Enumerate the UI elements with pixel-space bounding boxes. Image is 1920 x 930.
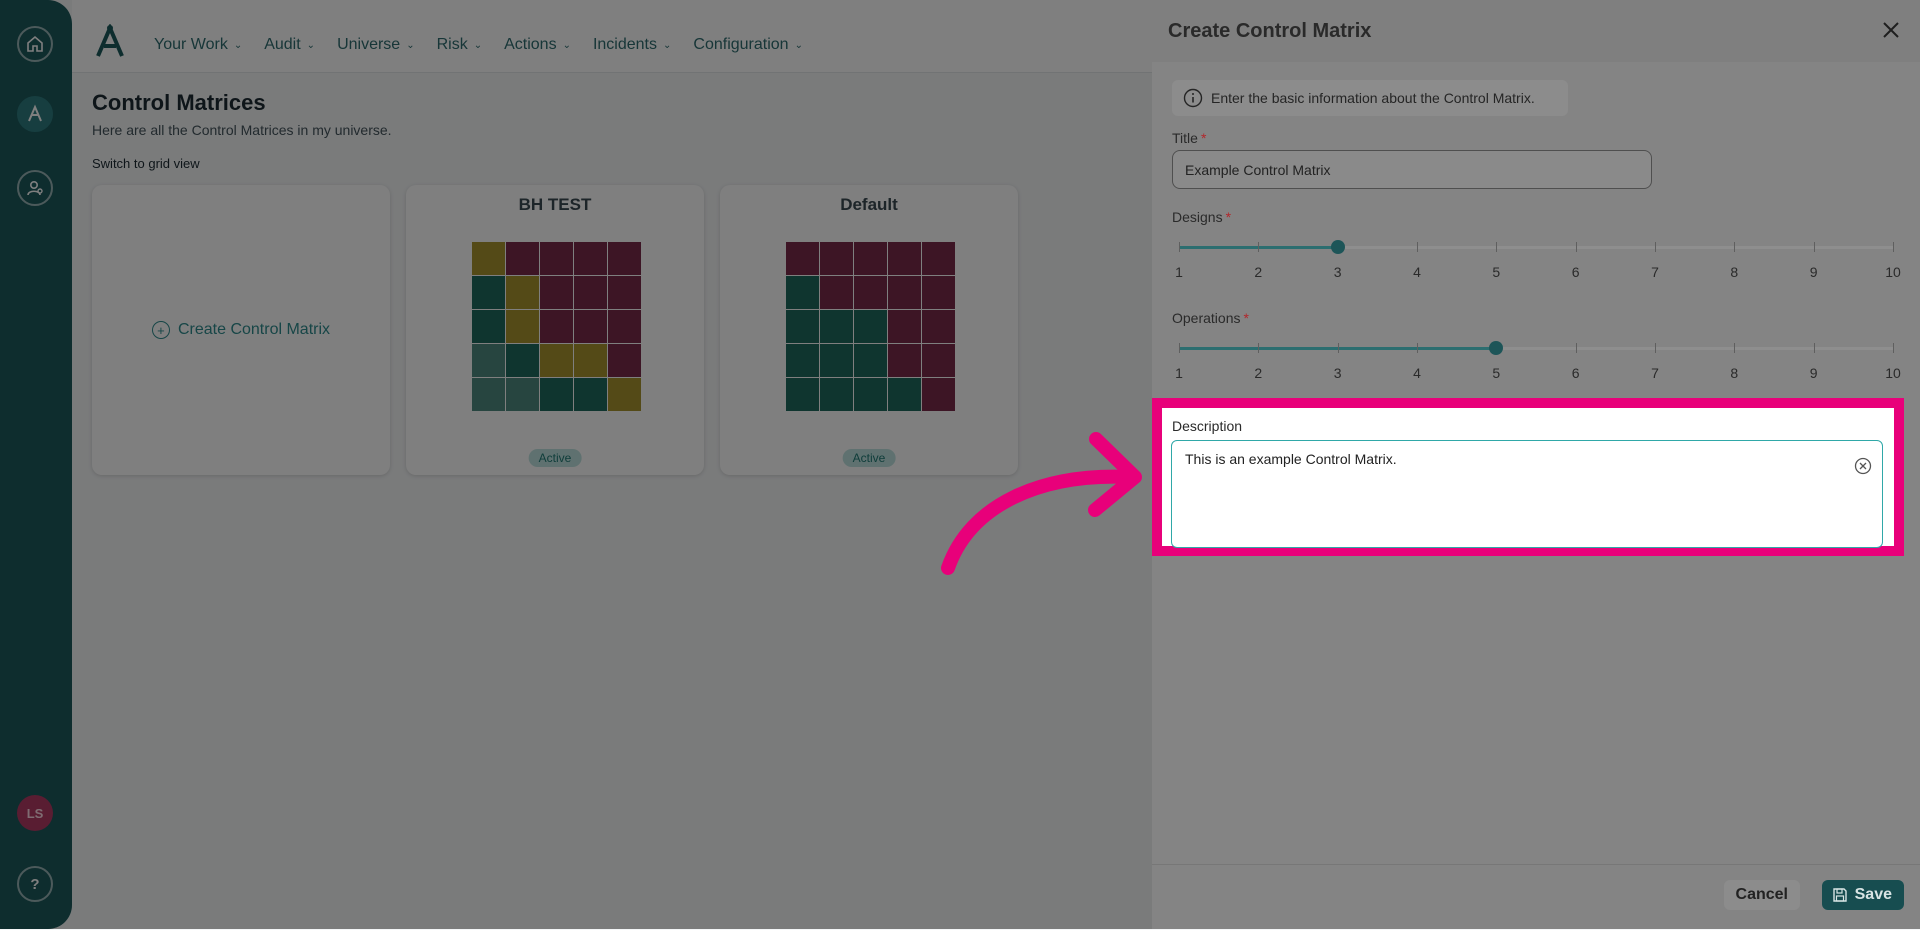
slider-thumb[interactable] xyxy=(1489,341,1504,355)
slider-tick-label: 7 xyxy=(1651,365,1659,381)
required-mark: * xyxy=(1225,209,1232,225)
save-button-label: Save xyxy=(1854,886,1892,903)
close-icon[interactable] xyxy=(1880,19,1902,41)
slider-tick xyxy=(1734,343,1736,353)
slider-tick-label: 6 xyxy=(1571,264,1580,280)
slider-tick xyxy=(1893,343,1894,353)
annotation-arrow xyxy=(941,432,1142,575)
title-label-text: Title xyxy=(1172,130,1198,146)
description-highlight: Description This is an example Control M… xyxy=(1152,398,1904,556)
slider-tick-label: 1 xyxy=(1175,365,1183,381)
cancel-button[interactable]: Cancel xyxy=(1723,880,1800,910)
slider-tick-label: 9 xyxy=(1809,365,1818,381)
title-input[interactable] xyxy=(1172,150,1652,189)
slider-tick-label: 9 xyxy=(1809,264,1818,280)
slider-tick xyxy=(1655,343,1656,353)
slider-tick-label: 4 xyxy=(1413,365,1421,381)
description-textarea[interactable]: This is an example Control Matrix. xyxy=(1171,440,1883,548)
drawer-header: Create Control Matrix xyxy=(1152,0,1920,62)
info-icon xyxy=(1183,88,1203,108)
slider-tick xyxy=(1575,242,1577,252)
slider-tick xyxy=(1496,242,1498,252)
required-mark: * xyxy=(1200,130,1207,146)
slider-tick xyxy=(1179,242,1180,252)
slider-tick xyxy=(1813,242,1815,252)
operations-label: Operations * xyxy=(1172,310,1249,326)
drawer-footer: Cancel Save xyxy=(1152,864,1920,930)
slider-tick-label: 5 xyxy=(1492,264,1501,280)
slider-tick xyxy=(1655,242,1656,252)
slider-tick-label: 1 xyxy=(1175,264,1183,280)
description-label: Description xyxy=(1172,418,1243,434)
save-button[interactable]: Save xyxy=(1821,880,1904,910)
designs-label-text: Designs xyxy=(1172,209,1223,225)
slider-tick-label: 7 xyxy=(1651,264,1659,280)
save-icon xyxy=(1832,888,1847,902)
slider-tick-label: 10 xyxy=(1885,264,1901,280)
slider-tick xyxy=(1417,343,1418,353)
required-mark: * xyxy=(1243,310,1249,326)
drawer-title: Create Control Matrix xyxy=(1168,20,1372,42)
slider-tick-label: 6 xyxy=(1571,365,1580,381)
slider-tick xyxy=(1417,242,1418,252)
slider-thumb[interactable] xyxy=(1330,240,1345,254)
slider-tick xyxy=(1258,343,1260,353)
slider-tick xyxy=(1179,343,1180,353)
slider-tick xyxy=(1575,343,1577,353)
title-label: Title * xyxy=(1172,130,1206,146)
slider-tick xyxy=(1337,343,1339,353)
slider-tick-label: 2 xyxy=(1254,264,1263,280)
slider-tick-label: 2 xyxy=(1254,365,1263,381)
designs-slider[interactable]: 1 2 3 4 5 6 7 8 9 10 xyxy=(1175,236,1901,280)
slider-tick-label: 5 xyxy=(1492,365,1501,381)
slider-tick-label: 8 xyxy=(1730,264,1739,280)
slider-tick xyxy=(1893,242,1894,252)
slider-tick-label: 8 xyxy=(1730,365,1739,381)
slider-tick xyxy=(1813,343,1815,353)
clear-circle-icon[interactable] xyxy=(1854,457,1872,475)
slider-tick-label: 4 xyxy=(1413,264,1421,280)
slider-tick xyxy=(1258,242,1260,252)
operations-slider[interactable]: 1 2 3 4 5 6 7 8 9 10 xyxy=(1175,337,1901,381)
slider-tick-label: 3 xyxy=(1333,264,1342,280)
slider-tick-label: 10 xyxy=(1885,365,1901,381)
slider-tick xyxy=(1734,242,1736,252)
info-text: Enter the basic information about the Co… xyxy=(1211,90,1535,106)
info-banner: Enter the basic information about the Co… xyxy=(1172,80,1568,116)
designs-label: Designs * xyxy=(1172,209,1231,225)
slider-tick-label: 3 xyxy=(1333,365,1342,381)
operations-label-text: Operations xyxy=(1172,310,1241,326)
